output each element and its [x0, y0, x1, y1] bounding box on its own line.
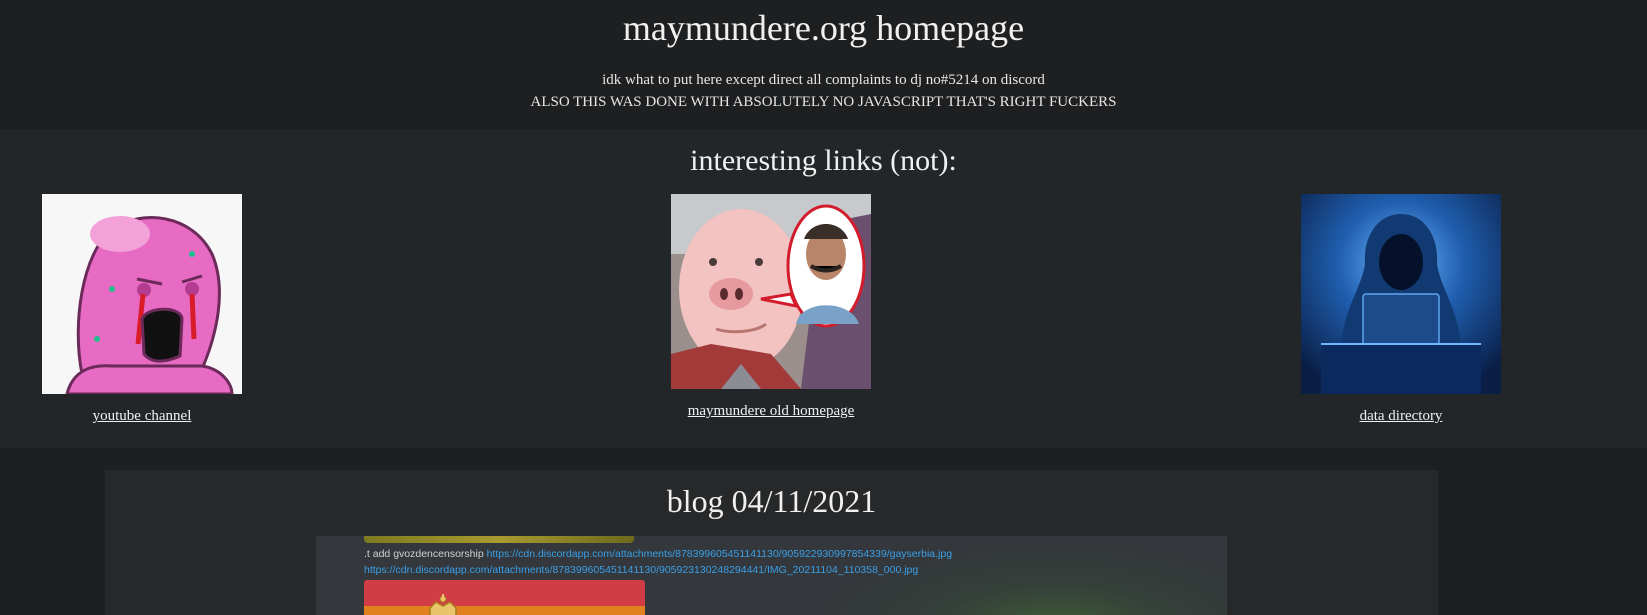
blog-title: blog 04/11/2021 — [666, 483, 877, 519]
page-title: maymundere.org homepage — [622, 8, 1025, 48]
link-data-directory[interactable]: data directory — [1301, 408, 1501, 425]
link-card-youtube[interactable]: youtube channel — [42, 194, 242, 425]
tagline-complaints: idk what to put here except direct all c… — [602, 72, 1045, 88]
link-youtube-channel[interactable]: youtube channel — [42, 408, 242, 425]
flag-stripe — [364, 606, 645, 615]
flag-image — [364, 580, 645, 615]
link-card-old-homepage[interactable]: maymundere old homepage — [671, 194, 871, 420]
link-old-homepage[interactable]: maymundere old homepage — [671, 403, 871, 420]
discord-attachment-link: https://cdn.discordapp.com/attachments/8… — [364, 564, 919, 576]
discord-command-text: .t add gvozdencensorship — [364, 548, 487, 560]
interesting-links-section: interesting links (not): youtube channel — [0, 129, 1647, 448]
links-heading: interesting links (not): — [690, 144, 957, 177]
crown-icon — [429, 594, 457, 615]
link-card-data-directory[interactable]: data directory — [1301, 194, 1501, 425]
tagline-no-javascript: ALSO THIS WAS DONE WITH ABSOLUTELY NO JA… — [530, 94, 1117, 110]
crying-wojak-image[interactable] — [42, 194, 242, 394]
screenshot-embedded-image-edge — [364, 536, 634, 543]
hooded-hacker-image[interactable] — [1301, 194, 1501, 394]
discord-message-line: .t add gvozdencensorship https://cdn.dis… — [364, 548, 952, 561]
discord-screenshot-image: .t add gvozdencensorship https://cdn.dis… — [316, 536, 1227, 615]
blog-section: blog 04/11/2021 .t add gvozdencensorship… — [105, 470, 1438, 615]
discord-attachment-link: https://cdn.discordapp.com/attachments/8… — [486, 548, 953, 560]
page-header: maymundere.org homepage idk what to put … — [0, 0, 1647, 129]
pig-face-image[interactable] — [671, 194, 871, 389]
